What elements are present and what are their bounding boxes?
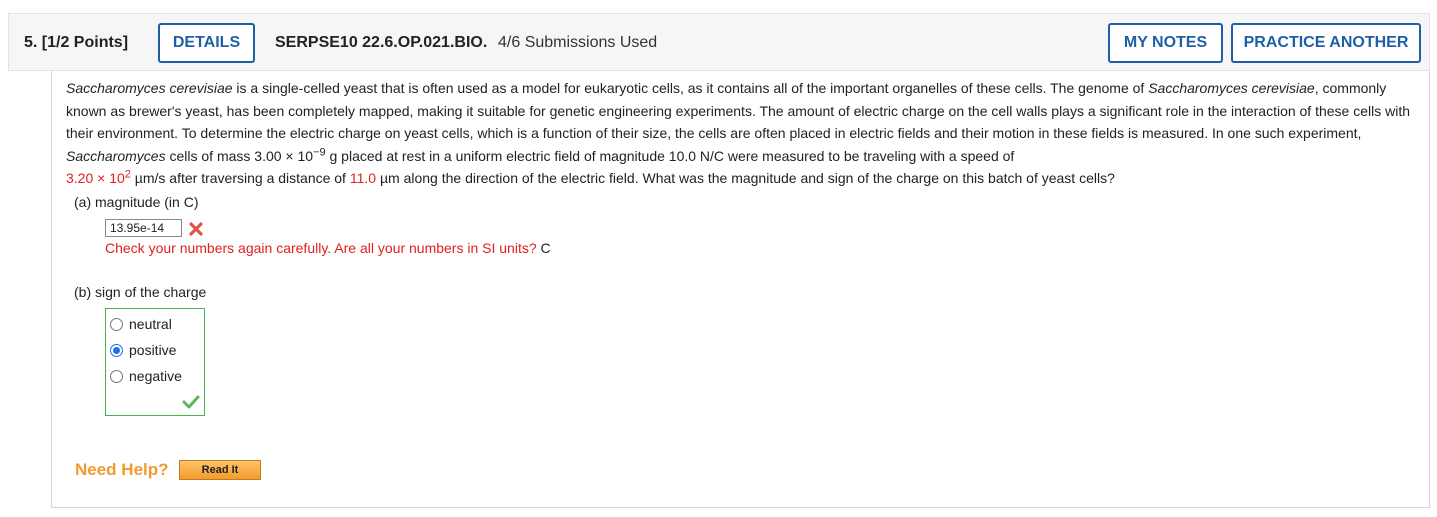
mass-exponent: −9	[313, 145, 326, 158]
my-notes-button[interactable]: MY NOTES	[1108, 23, 1223, 63]
problem-text-5: µm along the direction of the electric f…	[376, 170, 1115, 186]
sign-options: neutral positive negative	[105, 308, 205, 416]
problem-text-1: is a single-celled yeast that is often u…	[232, 80, 1149, 96]
radio-button[interactable]	[110, 317, 123, 331]
problem-text-3: g placed at rest in a uniform electric f…	[325, 147, 1015, 164]
question-code: SERPSE10 22.6.OP.021.BIO.	[275, 34, 488, 51]
species-name: Saccharomyces cerevisiae	[66, 80, 233, 96]
distance-value: 11.0	[349, 170, 377, 186]
radio-label: neutral	[129, 316, 172, 332]
problem-mass: cells of mass 3.00 × 10	[165, 147, 314, 164]
unit-label: C	[540, 240, 551, 256]
details-button[interactable]: DETAILS	[158, 23, 255, 63]
part-a-label: (a) magnitude (in C)	[74, 194, 199, 210]
check-icon	[182, 395, 200, 409]
species-name-3: Saccharomyces	[66, 147, 166, 164]
speed-mantissa: 3.20 × 10	[66, 170, 125, 186]
problem-text-4: µm/s after traversing a distance of	[130, 170, 350, 186]
practice-another-button[interactable]: PRACTICE ANOTHER	[1231, 23, 1421, 63]
feedback-message: Check your numbers again carefully. Are …	[105, 240, 551, 256]
magnitude-input[interactable]	[105, 219, 182, 237]
radio-button[interactable]	[110, 343, 123, 357]
species-name-2: Saccharomyces cerevisiae	[1148, 80, 1315, 96]
radio-option-neutral[interactable]: neutral	[110, 316, 172, 332]
radio-option-negative[interactable]: negative	[110, 368, 182, 384]
submissions-used: 4/6 Submissions Used	[498, 34, 658, 51]
question-header: 5. [1/2 Points] DETAILS SERPSE10 22.6.OP…	[8, 13, 1430, 71]
part-b-label: (b) sign of the charge	[74, 284, 207, 300]
speed-value: 3.20 × 102	[66, 169, 131, 186]
need-help-label: Need Help?	[75, 460, 169, 479]
radio-button[interactable]	[110, 369, 123, 383]
feedback-text: Check your numbers again carefully. Are …	[105, 240, 537, 256]
x-icon	[189, 222, 203, 236]
problem-statement: Saccharomyces cerevisiae is a single-cel…	[66, 77, 1416, 190]
read-it-button[interactable]: Read It	[179, 460, 261, 480]
question-body: Saccharomyces cerevisiae is a single-cel…	[51, 71, 1430, 508]
radio-option-positive[interactable]: positive	[110, 342, 176, 358]
radio-label: positive	[129, 342, 177, 358]
question-number: 5. [1/2 Points]	[24, 34, 129, 51]
radio-label: negative	[129, 368, 182, 384]
